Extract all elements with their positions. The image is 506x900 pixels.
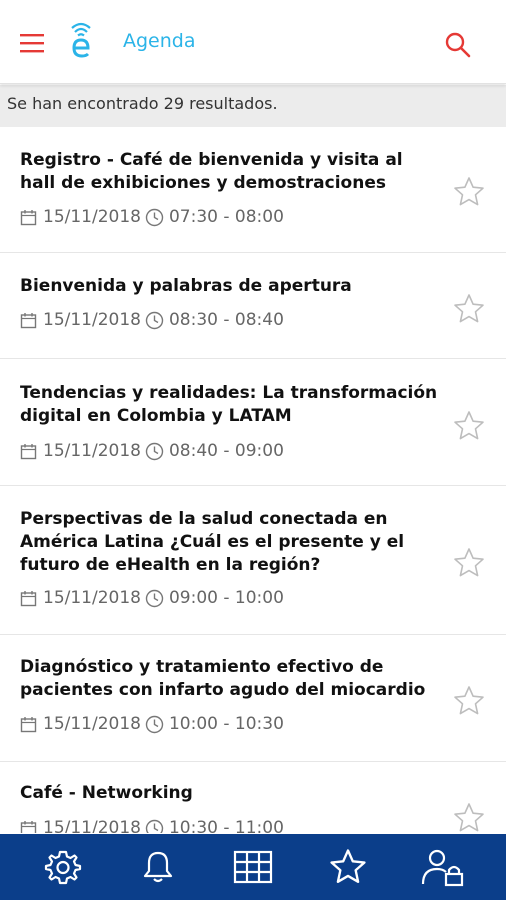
favorite-button[interactable] xyxy=(452,409,486,443)
settings-gear-icon xyxy=(45,850,82,885)
event-meta: 15/11/2018 08:30 - 08:40 xyxy=(20,309,284,331)
app-logo xyxy=(64,20,100,60)
list-item[interactable]: Perspectivas de la salud conectada en Am… xyxy=(0,486,506,635)
clock-icon xyxy=(145,819,164,833)
search-icon xyxy=(445,32,471,58)
event-meta: 15/11/2018 08:40 - 09:00 xyxy=(20,440,284,462)
event-date: 15/11/2018 xyxy=(43,441,141,461)
nav-agenda[interactable] xyxy=(229,843,277,891)
ehealth-logo-icon xyxy=(71,22,91,58)
favorite-button[interactable] xyxy=(452,292,486,326)
results-count: Se han encontrado 29 resultados. xyxy=(0,85,506,127)
calendar-icon xyxy=(20,209,37,225)
event-date: 15/11/2018 xyxy=(43,207,141,227)
list-item[interactable]: Registro - Café de bienvenida y visita a… xyxy=(0,127,506,253)
star-outline-icon xyxy=(454,294,484,323)
search-button[interactable] xyxy=(443,30,473,60)
event-time: 10:30 - 11:00 xyxy=(168,818,284,833)
event-meta: 15/11/2018 09:00 - 10:00 xyxy=(20,587,284,609)
list-item[interactable]: Café - Networking 15/11/2018 10:30 - 11:… xyxy=(0,762,506,833)
clock-icon xyxy=(145,589,164,607)
favorite-button[interactable] xyxy=(452,546,486,580)
nav-settings[interactable] xyxy=(39,843,87,891)
clock-icon xyxy=(145,442,164,460)
event-meta: 15/11/2018 10:00 - 10:30 xyxy=(20,713,284,735)
star-outline-icon xyxy=(454,803,484,832)
star-outline-icon xyxy=(454,686,484,715)
star-outline-icon xyxy=(454,411,484,440)
event-title: Registro - Café de bienvenida y visita a… xyxy=(20,150,403,193)
agenda-grid-icon xyxy=(233,850,273,884)
nav-user-profile[interactable] xyxy=(419,843,467,891)
star-outline-icon xyxy=(454,548,484,577)
event-title: Diagnóstico y tratamiento efectivo de pa… xyxy=(20,657,426,700)
calendar-icon xyxy=(20,312,37,328)
event-meta: 15/11/2018 07:30 - 08:00 xyxy=(20,206,284,228)
list-item[interactable]: Bienvenida y palabras de apertura 15/11/… xyxy=(0,253,506,359)
clock-icon xyxy=(145,208,164,226)
calendar-icon xyxy=(20,443,37,459)
app-header: Agenda xyxy=(0,0,506,84)
star-outline-icon xyxy=(454,177,484,206)
favorites-star-icon xyxy=(330,849,366,884)
clock-icon xyxy=(145,311,164,329)
event-date: 15/11/2018 xyxy=(43,588,141,608)
favorite-button[interactable] xyxy=(452,801,486,833)
menu-button[interactable] xyxy=(18,32,46,54)
event-date: 15/11/2018 xyxy=(43,818,141,833)
event-title: Perspectivas de la salud conectada en Am… xyxy=(20,509,405,575)
user-lock-icon xyxy=(421,849,463,887)
event-time: 10:00 - 10:30 xyxy=(168,714,284,734)
favorite-button[interactable] xyxy=(452,175,486,209)
event-date: 15/11/2018 xyxy=(43,714,141,734)
event-time: 07:30 - 08:00 xyxy=(168,207,284,227)
list-item[interactable]: Tendencias y realidades: La transformaci… xyxy=(0,359,506,486)
nav-notifications[interactable] xyxy=(134,843,182,891)
page-title: Agenda xyxy=(123,30,196,52)
list-item[interactable]: Diagnóstico y tratamiento efectivo de pa… xyxy=(0,635,506,762)
favorite-button[interactable] xyxy=(452,684,486,718)
calendar-icon xyxy=(20,590,37,606)
clock-icon xyxy=(145,715,164,733)
event-time: 09:00 - 10:00 xyxy=(168,588,284,608)
event-meta: 15/11/2018 10:30 - 11:00 xyxy=(20,817,284,833)
bottom-nav xyxy=(0,834,506,900)
calendar-icon xyxy=(20,716,37,732)
event-title: Tendencias y realidades: La transformaci… xyxy=(20,383,438,426)
agenda-list[interactable]: Registro - Café de bienvenida y visita a… xyxy=(0,127,506,833)
event-time: 08:30 - 08:40 xyxy=(168,310,284,330)
event-title: Café - Networking xyxy=(20,783,193,803)
event-title: Bienvenida y palabras de apertura xyxy=(20,276,352,296)
event-time: 08:40 - 09:00 xyxy=(168,441,284,461)
event-date: 15/11/2018 xyxy=(43,310,141,330)
calendar-icon xyxy=(20,820,37,833)
hamburger-menu-icon xyxy=(20,34,44,53)
notifications-bell-icon xyxy=(144,851,173,883)
nav-favorites[interactable] xyxy=(324,843,372,891)
